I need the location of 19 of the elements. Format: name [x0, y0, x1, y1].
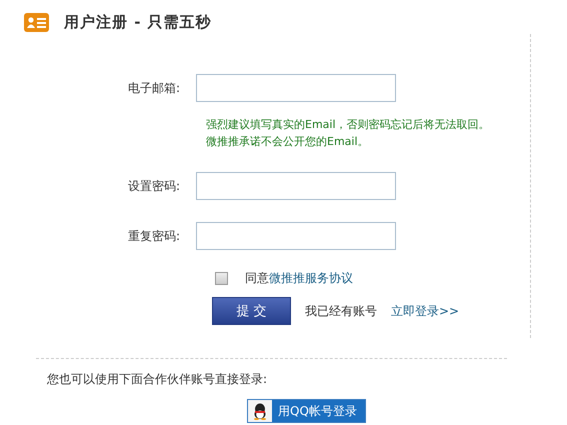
- login-link[interactable]: 立即登录>>: [391, 302, 460, 320]
- agreement-link[interactable]: 微推推服务协议: [269, 270, 353, 287]
- input-field[interactable]: [196, 172, 396, 200]
- field-label: 电子邮箱:: [126, 80, 181, 96]
- checkbox[interactable]: [215, 272, 228, 285]
- agree-text: 同意: [245, 270, 269, 287]
- page-title: 用户注册 - 只需五秒: [64, 12, 212, 32]
- field-label: 设置密码:: [126, 178, 181, 194]
- partner-note: 您也可以使用下面合作伙伴账号直接登录:: [47, 371, 268, 388]
- hint-text: 微推推承诺不会公开您的Email。: [206, 134, 370, 150]
- submit-button[interactable]: 提 交: [212, 297, 291, 325]
- input-field[interactable]: [196, 74, 396, 102]
- penguin-icon: [252, 402, 268, 420]
- field-label: 重复密码:: [126, 228, 181, 244]
- input-field[interactable]: [196, 222, 396, 250]
- qq-login-button[interactable]: 用QQ帐号登录: [247, 399, 366, 423]
- have-account-text: 我已经有账号: [305, 302, 377, 320]
- hint-text: 强烈建议填写真实的Email，否则密码忘记后将无法取回。: [206, 117, 491, 133]
- user-card-icon: [24, 12, 49, 32]
